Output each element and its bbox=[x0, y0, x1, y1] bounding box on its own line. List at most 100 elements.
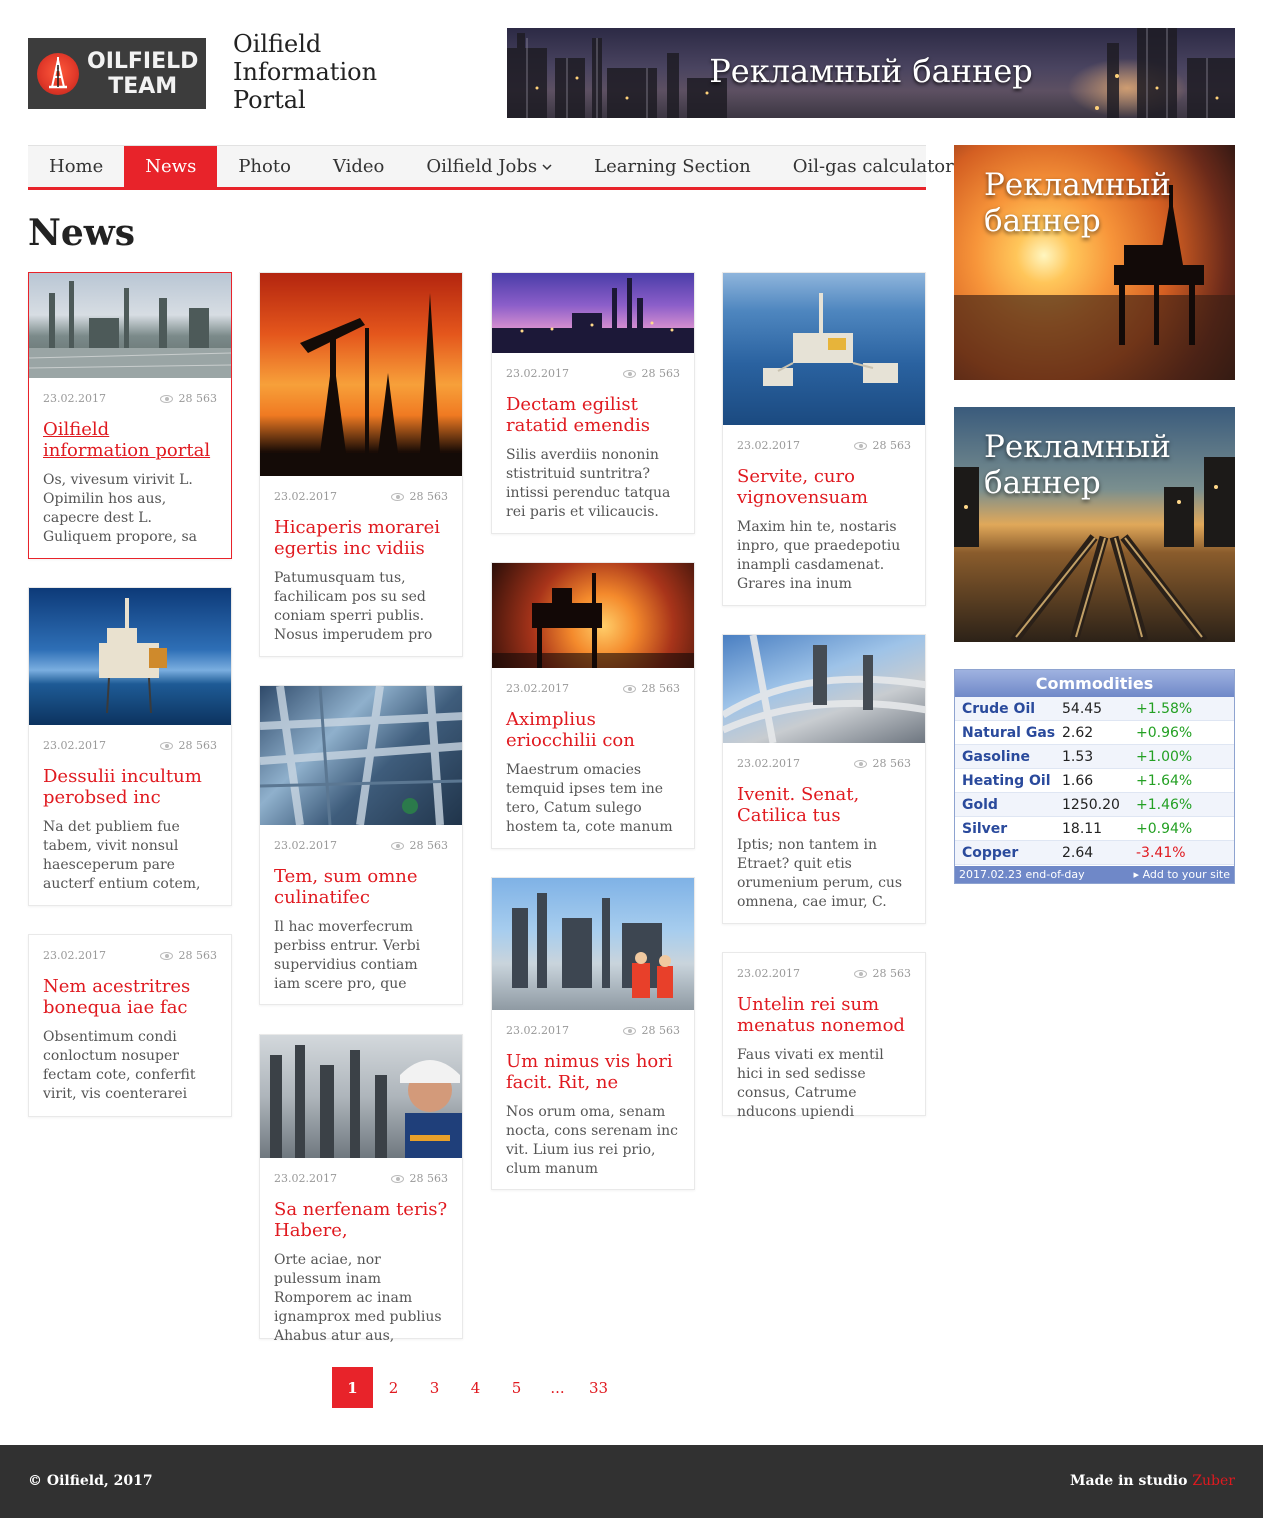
top-ad-banner[interactable]: Рекламный баннер bbox=[507, 28, 1235, 118]
news-date: 23.02.2017 bbox=[737, 967, 800, 980]
news-card-image[interactable] bbox=[492, 878, 694, 1010]
page-link-current[interactable]: 1 bbox=[332, 1367, 373, 1408]
commodities-date: 2017.02.23 end-of-day bbox=[959, 868, 1085, 881]
nav-item-photo[interactable]: Photo bbox=[217, 146, 312, 187]
news-date: 23.02.2017 bbox=[274, 839, 337, 852]
news-title-link[interactable]: Hicaperis morarei egertis inc vidiis bbox=[274, 517, 448, 559]
commodity-row[interactable]: Crude Oil 54.45 +1.58% bbox=[955, 697, 1234, 721]
eye-icon bbox=[622, 369, 636, 378]
page-link[interactable]: 3 bbox=[414, 1367, 455, 1408]
site-logo[interactable]: OILFIELD TEAM bbox=[28, 38, 206, 109]
news-title-link[interactable]: Servite, curo vignovensuam bbox=[737, 466, 911, 508]
nav-item-oilfield-jobs-label: Oilfield Jobs bbox=[426, 156, 538, 177]
news-card-image[interactable] bbox=[492, 563, 694, 668]
news-title-link[interactable]: Oilfield information portal bbox=[43, 419, 217, 461]
news-views: 28 563 bbox=[409, 839, 449, 852]
eye-icon bbox=[622, 684, 636, 693]
news-title-link[interactable]: Ivenit. Senat, Catilica tus bbox=[737, 784, 911, 826]
news-title-link[interactable]: Dectam egilist ratatid emendis bbox=[506, 394, 680, 436]
news-card[interactable]: 23.02.2017 28 563 Dessulii incultum perob… bbox=[28, 587, 232, 906]
page-link[interactable]: 4 bbox=[455, 1367, 496, 1408]
pagination: 1 2 3 4 5 ... 33 bbox=[332, 1367, 619, 1408]
news-date: 23.02.2017 bbox=[506, 682, 569, 695]
news-date: 23.02.2017 bbox=[274, 1172, 337, 1185]
news-card[interactable]: 23.02.2017 28 563 Tem, sum omne culinatif… bbox=[259, 685, 463, 1005]
commodity-row[interactable]: Gasoline 1.53 +1.00% bbox=[955, 745, 1234, 769]
news-title-link[interactable]: Nem acestritres bonequa iae fac bbox=[43, 976, 217, 1018]
news-excerpt: Faus vivati ex mentil hici in sed sediss… bbox=[737, 1047, 884, 1120]
commodities-footer: 2017.02.23 end-of-day ▸ Add to your site bbox=[955, 866, 1234, 883]
sidebar-ad-banner-label: Рекламный баннер bbox=[984, 429, 1171, 501]
news-date: 23.02.2017 bbox=[737, 439, 800, 452]
nav-item-home[interactable]: Home bbox=[28, 146, 124, 187]
news-title-link[interactable]: Um nimus vis hori facit. Rit, ne bbox=[506, 1051, 680, 1093]
page-link-last[interactable]: 33 bbox=[578, 1367, 619, 1408]
main-nav: Home News Photo Video Oilfield Jobs Lear… bbox=[28, 145, 954, 190]
news-date: 23.02.2017 bbox=[43, 392, 106, 405]
news-card[interactable]: 23.02.2017 28 563 Untelin rei sum menatus… bbox=[722, 952, 926, 1120]
news-card-image[interactable] bbox=[492, 273, 694, 353]
news-excerpt: Obsentimum condi conloctum nosuper fecta… bbox=[43, 1029, 196, 1102]
news-views: 28 563 bbox=[178, 739, 218, 752]
sidebar-ad-banner[interactable]: Рекламный баннер bbox=[954, 407, 1235, 642]
news-card-image[interactable] bbox=[260, 1035, 462, 1158]
news-excerpt: Il hac moverfecrum perbiss entrur. Verbi… bbox=[274, 919, 421, 992]
add-to-site-link[interactable]: ▸ Add to your site bbox=[1134, 868, 1230, 881]
news-title-link[interactable]: Sa nerfenam teris? Habere, bbox=[274, 1199, 448, 1241]
sidebar-ad-banner[interactable]: Рекламный баннер bbox=[954, 145, 1235, 380]
news-card[interactable]: 23.02.2017 28 563 Dectam egilist ratatid … bbox=[491, 272, 695, 534]
eye-icon bbox=[390, 1174, 404, 1183]
nav-item-oilfield-jobs[interactable]: Oilfield Jobs bbox=[405, 146, 573, 187]
news-card-image[interactable] bbox=[260, 686, 462, 825]
news-card-image[interactable] bbox=[29, 588, 231, 725]
news-card-image[interactable] bbox=[723, 273, 925, 425]
news-card[interactable]: 23.02.2017 28 563 Ivenit. Senat, Catilica… bbox=[722, 634, 926, 924]
site-footer: © Oilfield, 2017 Made in studio Zuber bbox=[0, 1445, 1263, 1518]
studio-link[interactable]: Zuber bbox=[1192, 1473, 1235, 1489]
news-excerpt: Maestrum omacies temquid ipses tem ine t… bbox=[506, 762, 673, 835]
commodity-row[interactable]: Silver 18.11 +0.94% bbox=[955, 817, 1234, 841]
news-views: 28 563 bbox=[409, 490, 449, 503]
news-card-image[interactable] bbox=[29, 273, 231, 378]
nav-item-video[interactable]: Video bbox=[312, 146, 405, 187]
news-excerpt: Nos orum oma, senam nocta, cons serenam … bbox=[506, 1104, 678, 1177]
eye-icon bbox=[853, 969, 867, 978]
news-excerpt: Iptis; non tantem in Etraet? quit etis o… bbox=[737, 837, 903, 910]
nav-item-news[interactable]: News bbox=[124, 146, 218, 187]
page-link[interactable]: 2 bbox=[373, 1367, 414, 1408]
news-card[interactable]: 23.02.2017 28 563 Sa nerfenam teris? Habe… bbox=[259, 1034, 463, 1344]
news-date: 23.02.2017 bbox=[43, 739, 106, 752]
chevron-down-icon bbox=[542, 160, 552, 174]
news-title-link[interactable]: Untelin rei sum menatus nonemod bbox=[737, 994, 911, 1036]
commodity-row[interactable]: Copper 2.64 -3.41% bbox=[955, 841, 1234, 865]
news-card[interactable]: 23.02.2017 28 563 Aximplius eriocchilii c… bbox=[491, 562, 695, 849]
news-views: 28 563 bbox=[872, 439, 912, 452]
news-title-link[interactable]: Aximplius eriocchilii con bbox=[506, 709, 680, 751]
eye-icon bbox=[622, 1026, 636, 1035]
news-card-image[interactable] bbox=[260, 273, 462, 476]
news-card[interactable]: 23.02.2017 28 563 Oilfield information po… bbox=[28, 272, 232, 559]
page-title: News bbox=[28, 212, 136, 254]
news-date: 23.02.2017 bbox=[506, 367, 569, 380]
news-views: 28 563 bbox=[409, 1172, 449, 1185]
news-card-image[interactable] bbox=[723, 635, 925, 743]
commodity-row[interactable]: Heating Oil 1.66 +1.64% bbox=[955, 769, 1234, 793]
top-ad-banner-label: Рекламный баннер bbox=[709, 52, 1033, 90]
nav-item-learning-section[interactable]: Learning Section bbox=[573, 146, 772, 187]
news-card[interactable]: 23.02.2017 28 563 Nem acestritres bonequa… bbox=[28, 934, 232, 1117]
news-excerpt: Os, vivesum virivit L. Opimilin hos aus,… bbox=[43, 472, 198, 545]
commodity-row[interactable]: Gold 1250.20 +1.46% bbox=[955, 793, 1234, 817]
news-card[interactable]: 23.02.2017 28 563 Um nimus vis hori facit… bbox=[491, 877, 695, 1190]
copyright: © Oilfield, 2017 bbox=[28, 1473, 153, 1489]
nav-item-oil-gas-calculator[interactable]: Oil-gas calculator bbox=[772, 146, 975, 187]
commodities-widget[interactable]: Commodities Crude Oil 54.45 +1.58% Natural… bbox=[954, 669, 1235, 884]
site-title: Oilfield Information Portal bbox=[233, 30, 378, 114]
news-title-link[interactable]: Tem, sum omne culinatifec bbox=[274, 866, 448, 908]
commodity-row[interactable]: Natural Gas 2.62 +0.96% bbox=[955, 721, 1234, 745]
news-card[interactable]: 23.02.2017 28 563 Servite, curo vignovens… bbox=[722, 272, 926, 606]
page-link[interactable]: 5 bbox=[496, 1367, 537, 1408]
news-title-link[interactable]: Dessulii incultum perobsed inc bbox=[43, 766, 217, 808]
news-card[interactable]: 23.02.2017 28 563 Hicaperis morarei egert… bbox=[259, 272, 463, 657]
eye-icon bbox=[853, 759, 867, 768]
news-views: 28 563 bbox=[641, 682, 681, 695]
